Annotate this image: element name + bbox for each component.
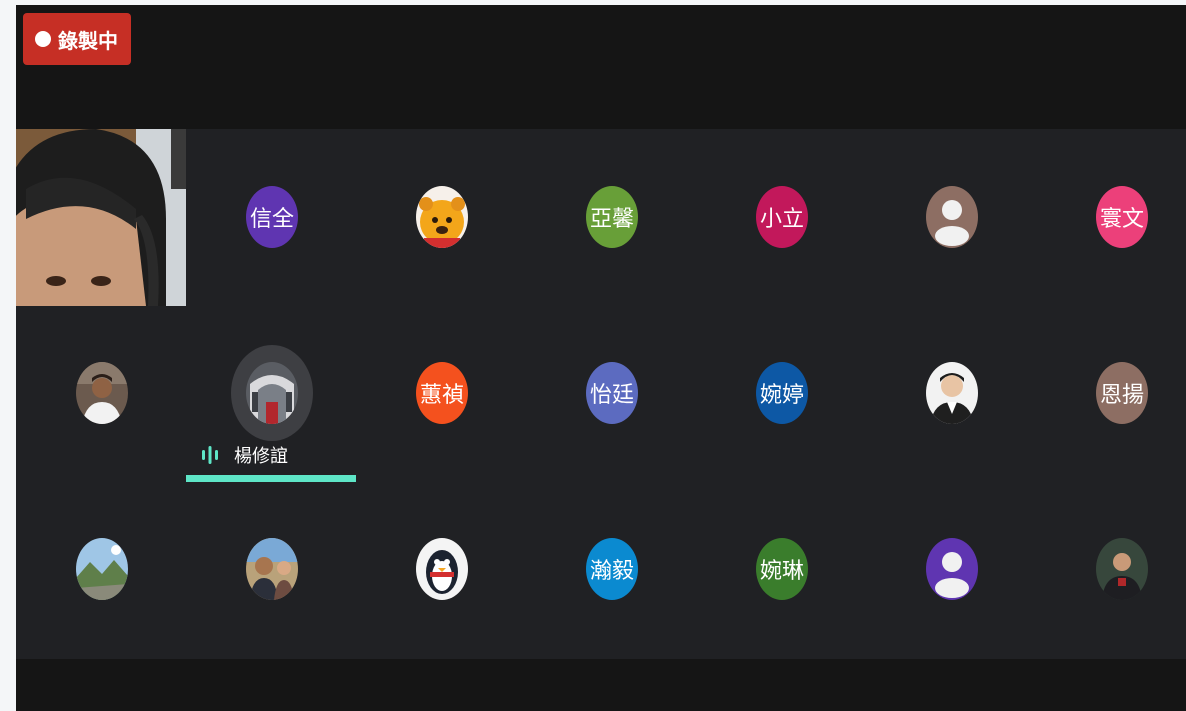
participant-tile[interactable]: 亞馨 bbox=[526, 129, 696, 305]
participant-avatar: 怡廷 bbox=[586, 362, 638, 424]
participant-avatar: 小立 bbox=[756, 186, 808, 248]
participant-tile[interactable]: 婉琳 bbox=[696, 481, 866, 657]
participant-tile[interactable]: 怡廷 bbox=[526, 305, 696, 481]
landscape-photo-avatar-icon bbox=[76, 538, 128, 600]
default-person-icon bbox=[926, 186, 978, 248]
participant-tile[interactable] bbox=[866, 305, 1036, 481]
audio-level-icon bbox=[202, 446, 218, 464]
active-speaker-name: 楊修誼 bbox=[200, 442, 288, 468]
participant-avatar: 寰文 bbox=[1096, 186, 1148, 248]
participant-tile[interactable] bbox=[866, 129, 1036, 305]
participant-avatar: 瀚毅 bbox=[586, 538, 638, 600]
penguin-avatar-icon bbox=[416, 538, 468, 600]
recording-badge: 錄製中 bbox=[23, 13, 131, 65]
participant-avatar: 蕙禎 bbox=[416, 362, 468, 424]
participant-tile[interactable]: 瀚毅 bbox=[526, 481, 696, 657]
active-speaker-tile[interactable]: 楊修誼 bbox=[186, 305, 356, 482]
participant-tile[interactable]: 恩揚 bbox=[1036, 305, 1186, 481]
participant-avatar: 婉琳 bbox=[756, 538, 808, 600]
participant-avatar: 亞馨 bbox=[586, 186, 638, 248]
participant-avatar: 信全 bbox=[246, 186, 298, 248]
default-person-icon bbox=[926, 538, 978, 600]
participant-avatar: 婉婷 bbox=[756, 362, 808, 424]
speaker-photo-avatar-icon bbox=[1096, 538, 1148, 600]
winnie-the-pooh-avatar-icon bbox=[416, 186, 468, 248]
recording-dot-icon bbox=[35, 31, 51, 47]
participant-tile[interactable] bbox=[16, 305, 186, 481]
graduate-photo-avatar-icon bbox=[926, 362, 978, 424]
self-video-tile[interactable] bbox=[16, 129, 186, 306]
participant-tile[interactable]: 婉婷 bbox=[696, 305, 866, 481]
participant-grid: 信全 亞馨 小立 寰文 楊修誼 蕙禎 怡廷 婉婷 恩揚 瀚毅 婉琳 bbox=[16, 129, 1186, 659]
participant-tile[interactable] bbox=[186, 481, 356, 657]
participant-tile[interactable]: 寰文 bbox=[1036, 129, 1186, 305]
participant-tile[interactable]: 蕙禎 bbox=[356, 305, 526, 481]
participant-tile[interactable]: 信全 bbox=[186, 129, 356, 305]
participant-tile[interactable] bbox=[1036, 481, 1186, 657]
participant-tile[interactable] bbox=[356, 481, 526, 657]
recording-label: 錄製中 bbox=[58, 28, 118, 53]
participant-tile[interactable] bbox=[866, 481, 1036, 657]
self-camera-feed bbox=[16, 129, 186, 306]
man-photo-avatar-icon bbox=[76, 362, 128, 424]
participant-tile[interactable] bbox=[356, 129, 526, 305]
room-photo-avatar-icon bbox=[246, 362, 298, 424]
participant-tile[interactable] bbox=[16, 481, 186, 657]
participant-tile[interactable]: 小立 bbox=[696, 129, 866, 305]
active-speaker-label: 楊修誼 bbox=[234, 446, 288, 467]
meeting-window: 錄製中 信全 亞馨 小立 寰文 楊修誼 蕙禎 怡廷 婉婷 恩揚 瀚毅 婉琳 bbox=[16, 5, 1186, 711]
participant-avatar: 恩揚 bbox=[1096, 362, 1148, 424]
couple-photo-avatar-icon bbox=[246, 538, 298, 600]
